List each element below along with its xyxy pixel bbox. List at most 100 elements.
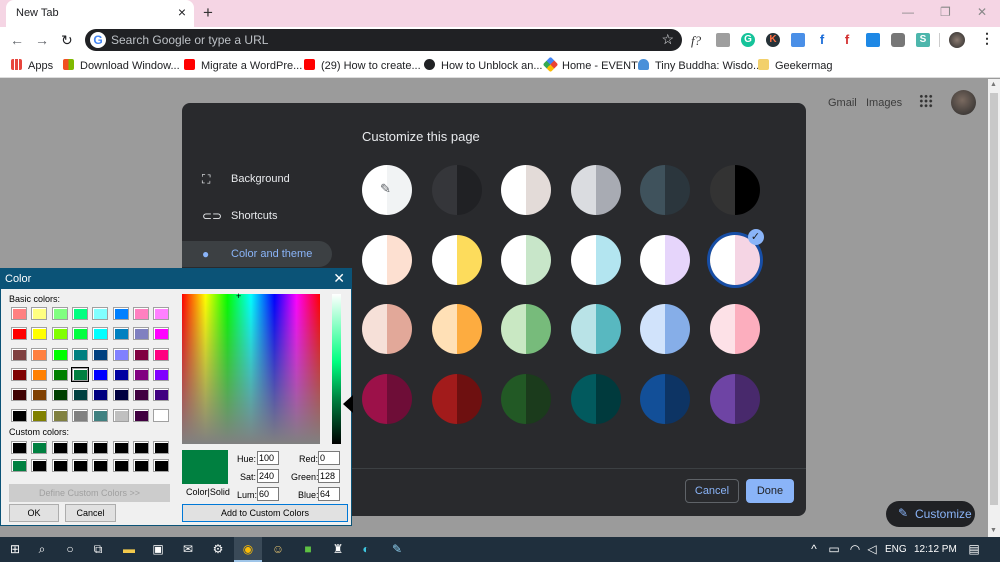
tab-close-icon[interactable]: ×	[178, 4, 186, 20]
luminosity-slider[interactable]	[332, 294, 341, 444]
basic-color-cell[interactable]	[31, 327, 48, 341]
google-apps-icon[interactable]	[919, 94, 933, 108]
scrollbar-thumb[interactable]	[990, 93, 998, 505]
basic-color-cell[interactable]	[11, 388, 27, 402]
wifi-icon[interactable]: ◠	[847, 542, 863, 556]
basic-color-cell[interactable]	[132, 307, 149, 320]
bookmark-star-icon[interactable]: ☆	[661, 31, 674, 48]
battery-icon[interactable]: ▭	[826, 542, 842, 556]
basic-color-cell[interactable]	[153, 408, 170, 422]
basic-color-cell[interactable]	[112, 367, 129, 381]
theme-swatch[interactable]	[431, 304, 482, 354]
theme-swatch[interactable]	[362, 373, 412, 424]
basic-color-cell[interactable]	[153, 307, 170, 320]
basic-color-cell[interactable]	[51, 347, 68, 361]
basic-color-cell[interactable]	[31, 347, 48, 361]
theme-swatch[interactable]	[709, 373, 760, 424]
sidebar-item-color-and-theme[interactable]: ● Color and theme	[182, 241, 332, 267]
basic-color-cell[interactable]	[70, 366, 89, 382]
theme-swatch[interactable]	[640, 373, 690, 424]
custom-color-cell[interactable]	[11, 459, 27, 472]
cancel-button[interactable]: Cancel	[65, 504, 116, 522]
custom-color-cell[interactable]	[92, 441, 109, 454]
color-dialog-titlebar[interactable]: Color ✕	[1, 269, 351, 289]
search-icon[interactable]: ⌕	[34, 542, 50, 556]
basic-color-cell[interactable]	[11, 327, 27, 341]
task-view-icon[interactable]: ⧉	[90, 542, 106, 556]
custom-color-cell[interactable]	[71, 459, 88, 472]
theme-swatch[interactable]	[640, 234, 690, 285]
bookmark-how-to-create[interactable]: (29) How to create...	[304, 59, 421, 72]
omnibox[interactable]: G Search Google or type a URL ☆	[85, 29, 682, 51]
blue-input[interactable]: 64	[318, 487, 340, 501]
theme-swatch[interactable]	[501, 304, 551, 354]
theme-swatch[interactable]: ✎	[362, 165, 412, 215]
edge-icon[interactable]: ◐	[358, 542, 374, 556]
sat-input[interactable]: 240	[257, 469, 279, 483]
windows-start-icon[interactable]: ⊞	[7, 542, 23, 556]
theme-swatch[interactable]	[431, 373, 482, 424]
theme-swatch[interactable]	[570, 373, 621, 424]
basic-color-cell[interactable]	[71, 408, 88, 422]
basic-color-cell[interactable]	[92, 367, 109, 381]
volume-icon[interactable]: ◁	[864, 542, 880, 556]
define-custom-colors-button[interactable]: Define Custom Colors >>	[9, 484, 170, 502]
green-input[interactable]: 128	[318, 469, 340, 483]
window-close-button[interactable]: ✕	[977, 5, 987, 19]
basic-color-cell[interactable]	[51, 367, 68, 381]
basic-color-cell[interactable]	[71, 347, 88, 361]
bookmark-tiny-buddha[interactable]: Tiny Buddha: Wisdo...	[638, 59, 762, 72]
file-explorer-icon[interactable]: ▬	[121, 542, 137, 556]
basic-color-cell[interactable]	[92, 307, 109, 320]
formula-extension-icon[interactable]: f?	[691, 33, 701, 49]
settings-gear-icon[interactable]: ⚙	[210, 542, 226, 556]
basic-color-cell[interactable]	[31, 307, 48, 320]
custom-color-cell[interactable]	[112, 441, 129, 454]
basic-color-cell[interactable]	[92, 408, 109, 422]
custom-color-cell[interactable]	[153, 441, 170, 454]
basic-color-cell[interactable]	[51, 327, 68, 341]
basic-color-cell[interactable]	[92, 327, 109, 341]
theme-swatch[interactable]	[431, 165, 482, 215]
theme-swatch[interactable]	[570, 234, 621, 285]
red-input[interactable]: 0	[318, 451, 340, 465]
basic-color-cell[interactable]	[112, 388, 129, 402]
grammarly-extension-icon[interactable]: G	[741, 33, 755, 47]
close-icon[interactable]: ✕	[333, 270, 345, 287]
ok-button[interactable]: OK	[9, 504, 59, 522]
theme-swatch[interactable]	[709, 165, 760, 215]
basic-color-cell[interactable]	[11, 307, 27, 320]
basic-color-cell[interactable]	[11, 367, 27, 381]
basic-color-cell[interactable]	[51, 408, 68, 422]
basic-color-cell[interactable]	[31, 367, 48, 381]
basic-color-cell[interactable]	[153, 347, 170, 361]
basic-color-cell[interactable]	[112, 327, 129, 341]
theme-swatch[interactable]	[709, 304, 760, 354]
basic-color-cell[interactable]	[92, 388, 109, 402]
basic-color-cell[interactable]	[31, 408, 48, 422]
sidebar-item-background[interactable]: ⛶ Background	[182, 166, 332, 192]
gmail-link[interactable]: Gmail	[828, 97, 857, 109]
done-button[interactable]: Done	[746, 479, 794, 503]
theme-swatch[interactable]	[570, 165, 621, 215]
basic-color-cell[interactable]	[112, 307, 129, 320]
cast-extension-icon[interactable]	[866, 33, 880, 47]
gimp-icon[interactable]: ☺	[270, 542, 286, 556]
show-hidden-icons-chevron[interactable]: ^	[806, 542, 822, 556]
theme-swatch[interactable]	[362, 234, 412, 285]
camtasia-icon[interactable]: ■	[300, 542, 316, 556]
bookmark-migrate-wordpress[interactable]: Migrate a WordPre...	[184, 59, 302, 72]
bookmark-geekermag[interactable]: Geekermag	[758, 59, 832, 72]
bookmark-home-event[interactable]: Home - EVENT	[542, 56, 638, 73]
account-avatar[interactable]	[951, 90, 976, 115]
facebook-extension-icon[interactable]: f	[815, 33, 829, 47]
custom-color-cell[interactable]	[11, 441, 27, 454]
custom-color-cell[interactable]	[51, 441, 68, 454]
scroll-down-icon[interactable]: ▼	[990, 527, 997, 534]
basic-color-cell[interactable]	[112, 347, 129, 361]
theme-swatch[interactable]	[501, 234, 551, 285]
basic-color-cell[interactable]	[51, 307, 68, 320]
basic-color-cell[interactable]	[132, 408, 149, 422]
basic-color-cell[interactable]	[153, 388, 170, 402]
custom-color-cell[interactable]	[92, 459, 109, 472]
